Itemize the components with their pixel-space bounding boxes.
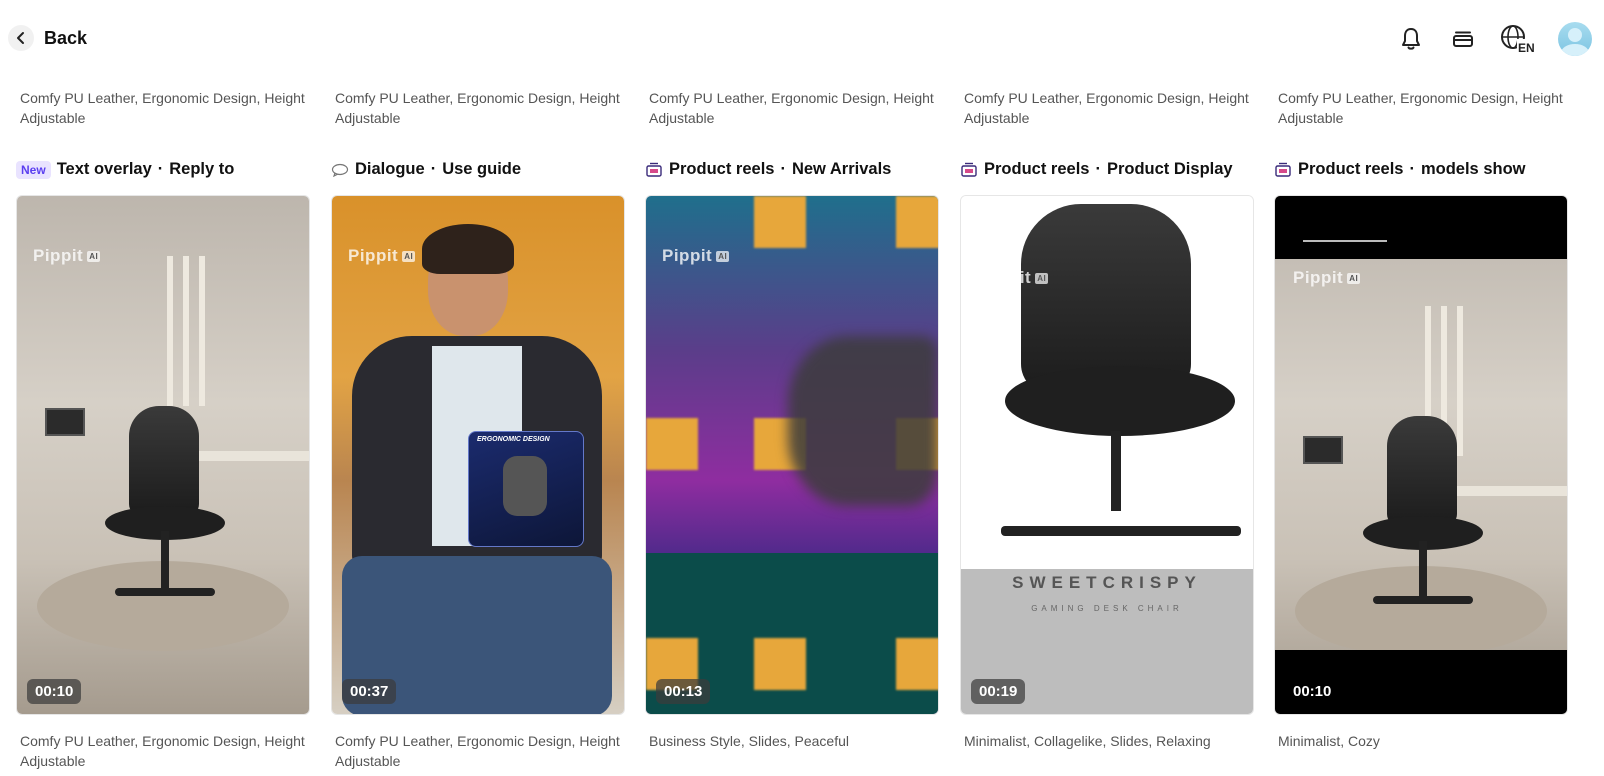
subtitle-label: Use guide (442, 160, 522, 178)
bottom-description: Comfy PU Leather, Ergonomic Design, Heig… (335, 733, 620, 769)
product-reels-icon (1274, 162, 1292, 178)
subtitle-label: New Arrivals (791, 160, 892, 178)
separator-dot: · (780, 160, 786, 178)
card-title: New Text overlay · Reply to (16, 160, 234, 179)
product-overlay-card: ERGONOMIC DESIGN (468, 431, 584, 547)
bottom-description: Comfy PU Leather, Ergonomic Design, Heig… (20, 733, 305, 769)
pippit-watermark: Pippit AI (662, 246, 730, 265)
subtitle-label: Reply to (169, 160, 235, 178)
top-bar: Back EN (0, 0, 1604, 76)
duration-badge: 00:19 (971, 679, 1026, 704)
top-description: Comfy PU Leather, Ergonomic Design, Heig… (649, 90, 934, 126)
duration-badge: 00:10 (1293, 683, 1332, 700)
bottom-description: Minimalist, Cozy (1278, 733, 1380, 749)
category-label: Product reels (669, 160, 775, 178)
language-code: EN (1518, 41, 1535, 54)
card-title: Product reels · models show (1274, 160, 1526, 179)
separator-dot: · (430, 160, 437, 178)
bottom-description: Business Style, Slides, Peaceful (649, 733, 849, 749)
duration-badge: 00:37 (342, 679, 397, 704)
category-label: Product reels (1298, 160, 1404, 178)
top-description: Comfy PU Leather, Ergonomic Design, Heig… (964, 90, 1249, 126)
pippit-watermark: Pippit AI (1293, 268, 1361, 287)
category-label: Dialogue (355, 160, 425, 178)
product-reels-icon (960, 162, 978, 178)
video-thumbnail[interactable]: Pippit AI 00:10 (1274, 195, 1568, 715)
subtitle-label: models show (1420, 160, 1526, 178)
subtitle-label: Product Display (1106, 160, 1233, 178)
speech-bubble-icon (331, 162, 349, 178)
back-label: Back (44, 27, 88, 48)
abstract-scene (646, 196, 938, 714)
template-card-3[interactable]: Comfy PU Leather, Ergonomic Design, Heig… (645, 88, 939, 749)
video-thumbnail[interactable]: SWEETCRISPY GAMING DESK CHAIR Pippit AI 0… (960, 195, 1254, 715)
avatar[interactable] (1558, 22, 1592, 56)
globe-en-icon[interactable]: EN (1500, 24, 1536, 54)
video-thumbnail[interactable]: ERGONOMIC DESIGN Pippit AI 00:37 (331, 195, 625, 715)
template-card-5[interactable]: Comfy PU Leather, Ergonomic Design, Heig… (1274, 88, 1568, 749)
bottom-description: Minimalist, Collagelike, Slides, Relaxin… (964, 733, 1211, 749)
new-badge: New (16, 160, 51, 179)
product-reels-icon (645, 162, 663, 178)
card-title: Dialogue · Use guide (331, 160, 521, 179)
pippit-watermark: Pippit AI (981, 268, 1049, 287)
separator-dot: · (1095, 160, 1101, 178)
top-description: Comfy PU Leather, Ergonomic Design, Heig… (335, 90, 620, 126)
top-description: Comfy PU Leather, Ergonomic Design, Heig… (1278, 90, 1563, 126)
bell-icon[interactable] (1396, 24, 1426, 54)
top-description: Comfy PU Leather, Ergonomic Design, Heig… (20, 90, 305, 126)
duration-badge: 00:13 (656, 679, 711, 704)
brand-name: SWEETCRISPY (1012, 573, 1202, 592)
back-button[interactable]: Back (8, 24, 87, 52)
template-card-1[interactable]: Comfy PU Leather, Ergonomic Design, Heig… (16, 88, 310, 769)
room-scene (17, 196, 309, 714)
card-title: Product reels · Product Display (960, 160, 1233, 179)
template-card-4[interactable]: Comfy PU Leather, Ergonomic Design, Heig… (960, 88, 1254, 749)
video-thumbnail[interactable]: Pippit AI 00:10 (16, 195, 310, 715)
video-thumbnail[interactable]: Pippit AI 00:13 (645, 195, 939, 715)
template-card-2[interactable]: Comfy PU Leather, Ergonomic Design, Heig… (331, 88, 625, 769)
category-label: Product reels (984, 160, 1090, 178)
person-scene: ERGONOMIC DESIGN (332, 196, 624, 714)
category-label: Text overlay (56, 160, 152, 178)
header-actions: EN (1396, 22, 1592, 56)
chevron-left-icon (8, 25, 34, 51)
letterbox-top (1275, 196, 1567, 259)
separator-dot: · (1409, 160, 1415, 178)
duration-badge: 00:10 (27, 679, 82, 704)
pippit-watermark: Pippit AI (348, 246, 416, 265)
card-title: Product reels · New Arrivals (645, 160, 891, 179)
separator-dot: · (157, 160, 164, 178)
stack-icon[interactable] (1448, 24, 1478, 54)
brand-subtitle: GAMING DESK CHAIR (1031, 604, 1183, 613)
pippit-watermark: Pippit AI (33, 246, 101, 265)
